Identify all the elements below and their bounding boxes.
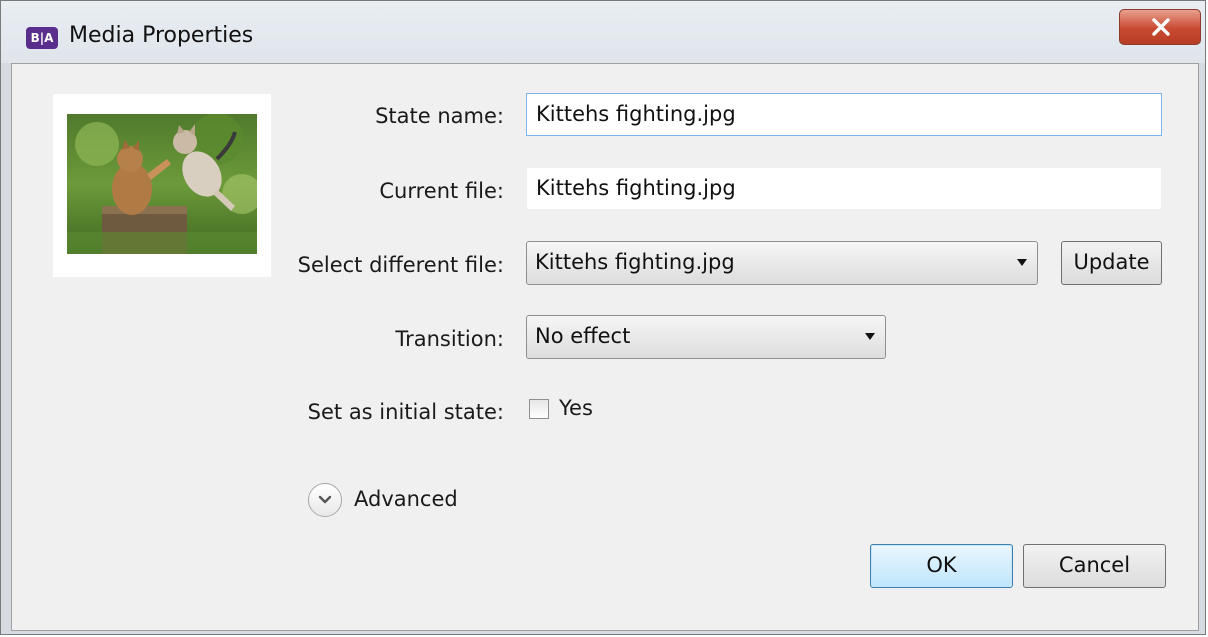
ok-button[interactable]: OK (870, 544, 1013, 588)
current-file-label: Current file: (379, 179, 504, 203)
media-thumbnail (67, 114, 257, 254)
dropdown-arrow-icon (1017, 259, 1027, 266)
initial-state-label: Set as initial state: (307, 400, 504, 424)
select-file-label: Select different file: (297, 253, 504, 277)
dialog-body: State name: Kittehs fighting.jpg Current… (11, 63, 1199, 631)
title-bar[interactable]: B|A Media Properties (1, 1, 1205, 63)
initial-state-checkbox[interactable] (529, 399, 549, 419)
advanced-expander-button[interactable] (308, 483, 342, 517)
initial-state-checkbox-label[interactable]: Yes (559, 396, 593, 420)
app-icon: B|A (26, 27, 58, 49)
advanced-label[interactable]: Advanced (354, 487, 458, 511)
transition-dropdown[interactable]: No effect (526, 315, 886, 359)
media-preview-frame (53, 94, 271, 277)
cancel-button[interactable]: Cancel (1023, 544, 1166, 588)
transition-value: No effect (535, 324, 631, 348)
state-name-input[interactable]: Kittehs fighting.jpg (526, 93, 1162, 136)
window-title: Media Properties (69, 23, 254, 48)
dropdown-arrow-icon (865, 333, 875, 340)
select-file-dropdown[interactable]: Kittehs fighting.jpg (526, 241, 1038, 285)
current-file-field: Kittehs fighting.jpg (526, 167, 1162, 210)
select-file-value: Kittehs fighting.jpg (535, 250, 735, 274)
close-button[interactable] (1119, 9, 1201, 45)
close-icon (1152, 18, 1170, 36)
chevron-down-icon (318, 495, 332, 504)
transition-label: Transition: (395, 327, 504, 351)
update-button[interactable]: Update (1061, 241, 1162, 285)
state-name-label: State name: (375, 104, 504, 128)
media-properties-dialog: B|A Media Properties State name: Kittehs… (0, 0, 1206, 635)
